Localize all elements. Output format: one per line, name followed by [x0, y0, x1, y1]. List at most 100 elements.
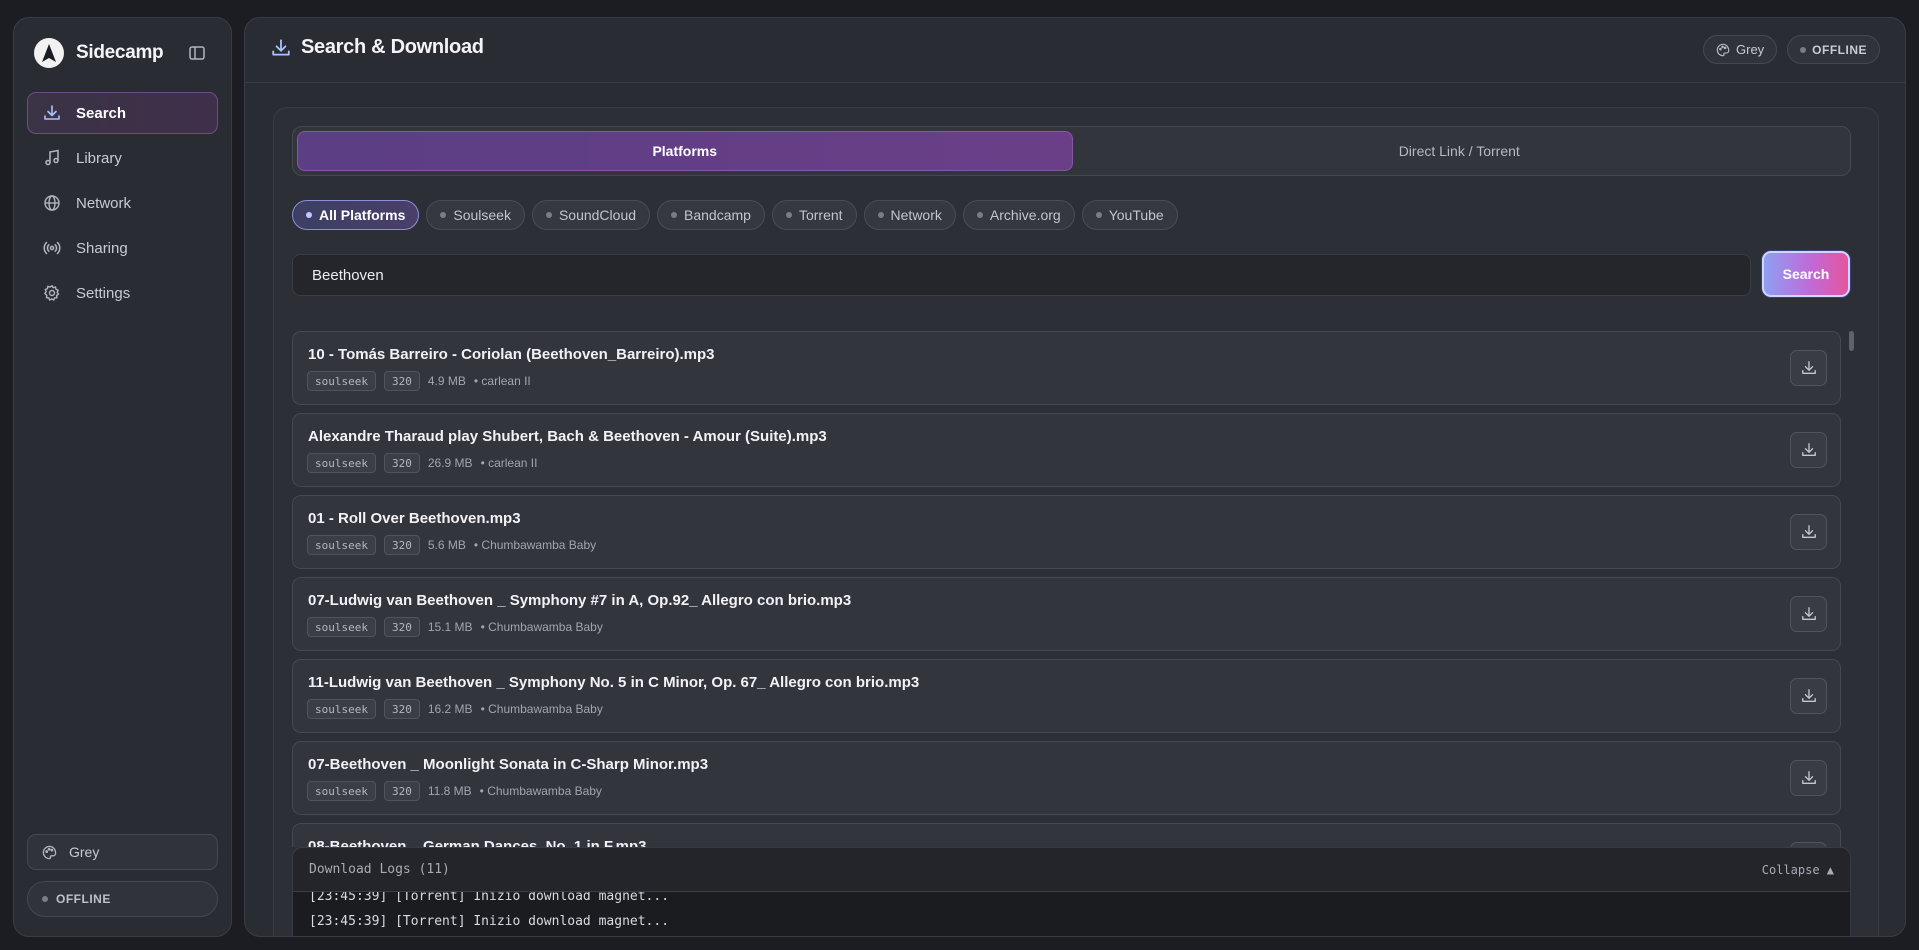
search-button[interactable]: Search [1762, 251, 1850, 297]
filter-dot-icon [306, 212, 312, 218]
sidebar-item-settings[interactable]: Settings [27, 272, 218, 314]
result-title: 07-Ludwig van Beethoven _ Symphony #7 in… [308, 592, 852, 609]
bitrate-badge: 320 [383, 535, 420, 555]
result-row[interactable]: 11-Ludwig van Beethoven _ Symphony No. 5… [292, 659, 1841, 733]
sidebar-item-sharing[interactable]: Sharing [27, 227, 218, 269]
filter-soulseek[interactable]: Soulseek [426, 200, 525, 230]
tab-platforms[interactable]: Platforms [297, 131, 1073, 171]
logs-title: Download Logs (11) [309, 862, 450, 877]
filter-dot-icon [976, 212, 983, 218]
sidebar-nav: Search Library Network Sharing Settings [27, 92, 218, 317]
download-icon [1801, 770, 1817, 786]
result-user: • Chumbawamba Baby [480, 620, 603, 634]
main-panel: Search & Download Grey OFFLINE Platforms… [244, 17, 1906, 937]
sidebar-item-label: Search [76, 104, 127, 122]
result-title: 07-Beethoven _ Moonlight Sonata in C-Sha… [308, 756, 709, 773]
status-chip[interactable]: OFFLINE [1787, 35, 1880, 64]
filter-youtube[interactable]: YouTube [1081, 200, 1178, 230]
status-dot-icon [42, 896, 48, 902]
sidebar-item-label: Library [76, 149, 122, 167]
filter-network[interactable]: Network [863, 200, 956, 230]
sidebar-toggle-icon[interactable] [186, 42, 208, 64]
download-button[interactable] [1790, 596, 1827, 632]
search-input[interactable] [292, 254, 1751, 296]
source-badge: soulseek [307, 699, 376, 719]
result-user: • carlean II [473, 374, 531, 388]
logs-collapse-button[interactable]: Collapse ▲ [1762, 863, 1834, 877]
result-row[interactable]: 07-Ludwig van Beethoven _ Symphony #7 in… [292, 577, 1841, 651]
filter-label: All Platforms [319, 207, 406, 223]
filter-label: YouTube [1108, 207, 1164, 223]
platform-filters: All Platforms Soulseek SoundCloud Bandca… [292, 200, 1178, 230]
gear-icon [42, 283, 62, 303]
file-size: 26.9 MB [427, 456, 473, 470]
sidebar-item-label: Settings [76, 284, 131, 302]
results-scrollbar[interactable] [1849, 331, 1854, 351]
connection-status[interactable]: OFFLINE [27, 881, 218, 917]
music-icon [42, 148, 62, 168]
result-row[interactable]: 08-Beethoven _ German Dances, No. 1 in F… [292, 823, 1841, 847]
brand[interactable]: Sidecamp [34, 36, 164, 70]
result-meta: soulseek 320 11.8 MB • Chumbawamba Baby [307, 781, 602, 801]
file-size: 4.9 MB [427, 374, 466, 388]
header-actions: Grey OFFLINE [1703, 35, 1880, 64]
status-label: OFFLINE [56, 892, 111, 906]
mode-tabs: Platforms Direct Link / Torrent [292, 126, 1851, 176]
result-user: • Chumbawamba Baby [479, 784, 602, 798]
bitrate-badge: 320 [383, 617, 420, 637]
sidebar-item-label: Network [76, 194, 132, 212]
status-label: OFFLINE [1812, 42, 1867, 57]
result-meta: soulseek 320 26.9 MB • carlean II [307, 453, 537, 473]
source-badge: soulseek [307, 617, 376, 637]
filter-soundcloud[interactable]: SoundCloud [531, 200, 651, 230]
sidebar-item-library[interactable]: Library [27, 137, 218, 179]
result-title: 11-Ludwig van Beethoven _ Symphony No. 5… [308, 674, 920, 691]
source-badge: soulseek [307, 453, 376, 473]
download-icon [1801, 442, 1817, 458]
globe-icon [42, 193, 62, 213]
filter-dot-icon [440, 212, 447, 218]
file-size: 15.1 MB [427, 620, 473, 634]
result-row[interactable]: Alexandre Tharaud play Shubert, Bach & B… [292, 413, 1841, 487]
result-title: 08-Beethoven _ German Dances, No. 1 in F… [308, 838, 647, 847]
result-user: • Chumbawamba Baby [473, 538, 597, 552]
result-meta: soulseek 320 15.1 MB • Chumbawamba Baby [307, 617, 603, 637]
app-name: Sidecamp [76, 42, 164, 63]
broadcast-icon [42, 238, 62, 258]
filter-label: Archive.org [989, 207, 1061, 223]
theme-button[interactable]: Grey [27, 834, 218, 870]
filter-label: Soulseek [453, 207, 511, 223]
download-button[interactable] [1790, 432, 1827, 468]
theme-chip[interactable]: Grey [1703, 35, 1778, 64]
page-title-text: Search & Download [301, 36, 484, 58]
filter-all-platforms[interactable]: All Platforms [292, 200, 420, 230]
filter-bandcamp[interactable]: Bandcamp [657, 200, 765, 230]
result-row[interactable]: 07-Beethoven _ Moonlight Sonata in C-Sha… [292, 741, 1841, 815]
logs-body[interactable]: [23:45:39] [Torrent] Inizio download mag… [293, 892, 1850, 936]
sidebar-item-network[interactable]: Network [27, 182, 218, 224]
bitrate-badge: 320 [383, 781, 420, 801]
result-row[interactable]: 10 - Tomás Barreiro - Coriolan (Beethove… [292, 331, 1841, 405]
result-row[interactable]: 01 - Roll Over Beethoven.mp3 soulseek 32… [292, 495, 1841, 569]
palette-icon [42, 845, 57, 860]
status-dot-icon [1800, 46, 1807, 53]
result-meta: soulseek 320 5.6 MB • Chumbawamba Baby [307, 535, 596, 555]
download-button[interactable] [1790, 760, 1827, 796]
download-button[interactable] [1790, 350, 1827, 386]
result-title: 01 - Roll Over Beethoven.mp3 [308, 510, 521, 527]
filter-dot-icon [545, 212, 552, 218]
results-list[interactable]: 10 - Tomás Barreiro - Coriolan (Beethove… [292, 331, 1841, 847]
download-button[interactable] [1790, 514, 1827, 550]
download-icon [1801, 606, 1817, 622]
filter-torrent[interactable]: Torrent [771, 200, 857, 230]
topbar: Search & Download Grey OFFLINE [245, 18, 1905, 83]
download-icon [271, 38, 291, 58]
sidebar-item-search[interactable]: Search [27, 92, 218, 134]
theme-label: Grey [69, 844, 100, 860]
log-line: [23:45:39] [Torrent] Inizio download mag… [309, 914, 670, 929]
download-button[interactable] [1790, 678, 1827, 714]
file-size: 5.6 MB [427, 538, 466, 552]
tab-direct-link-torrent[interactable]: Direct Link / Torrent [1073, 131, 1847, 171]
bitrate-badge: 320 [383, 371, 420, 391]
filter-archive-org[interactable]: Archive.org [962, 200, 1075, 230]
